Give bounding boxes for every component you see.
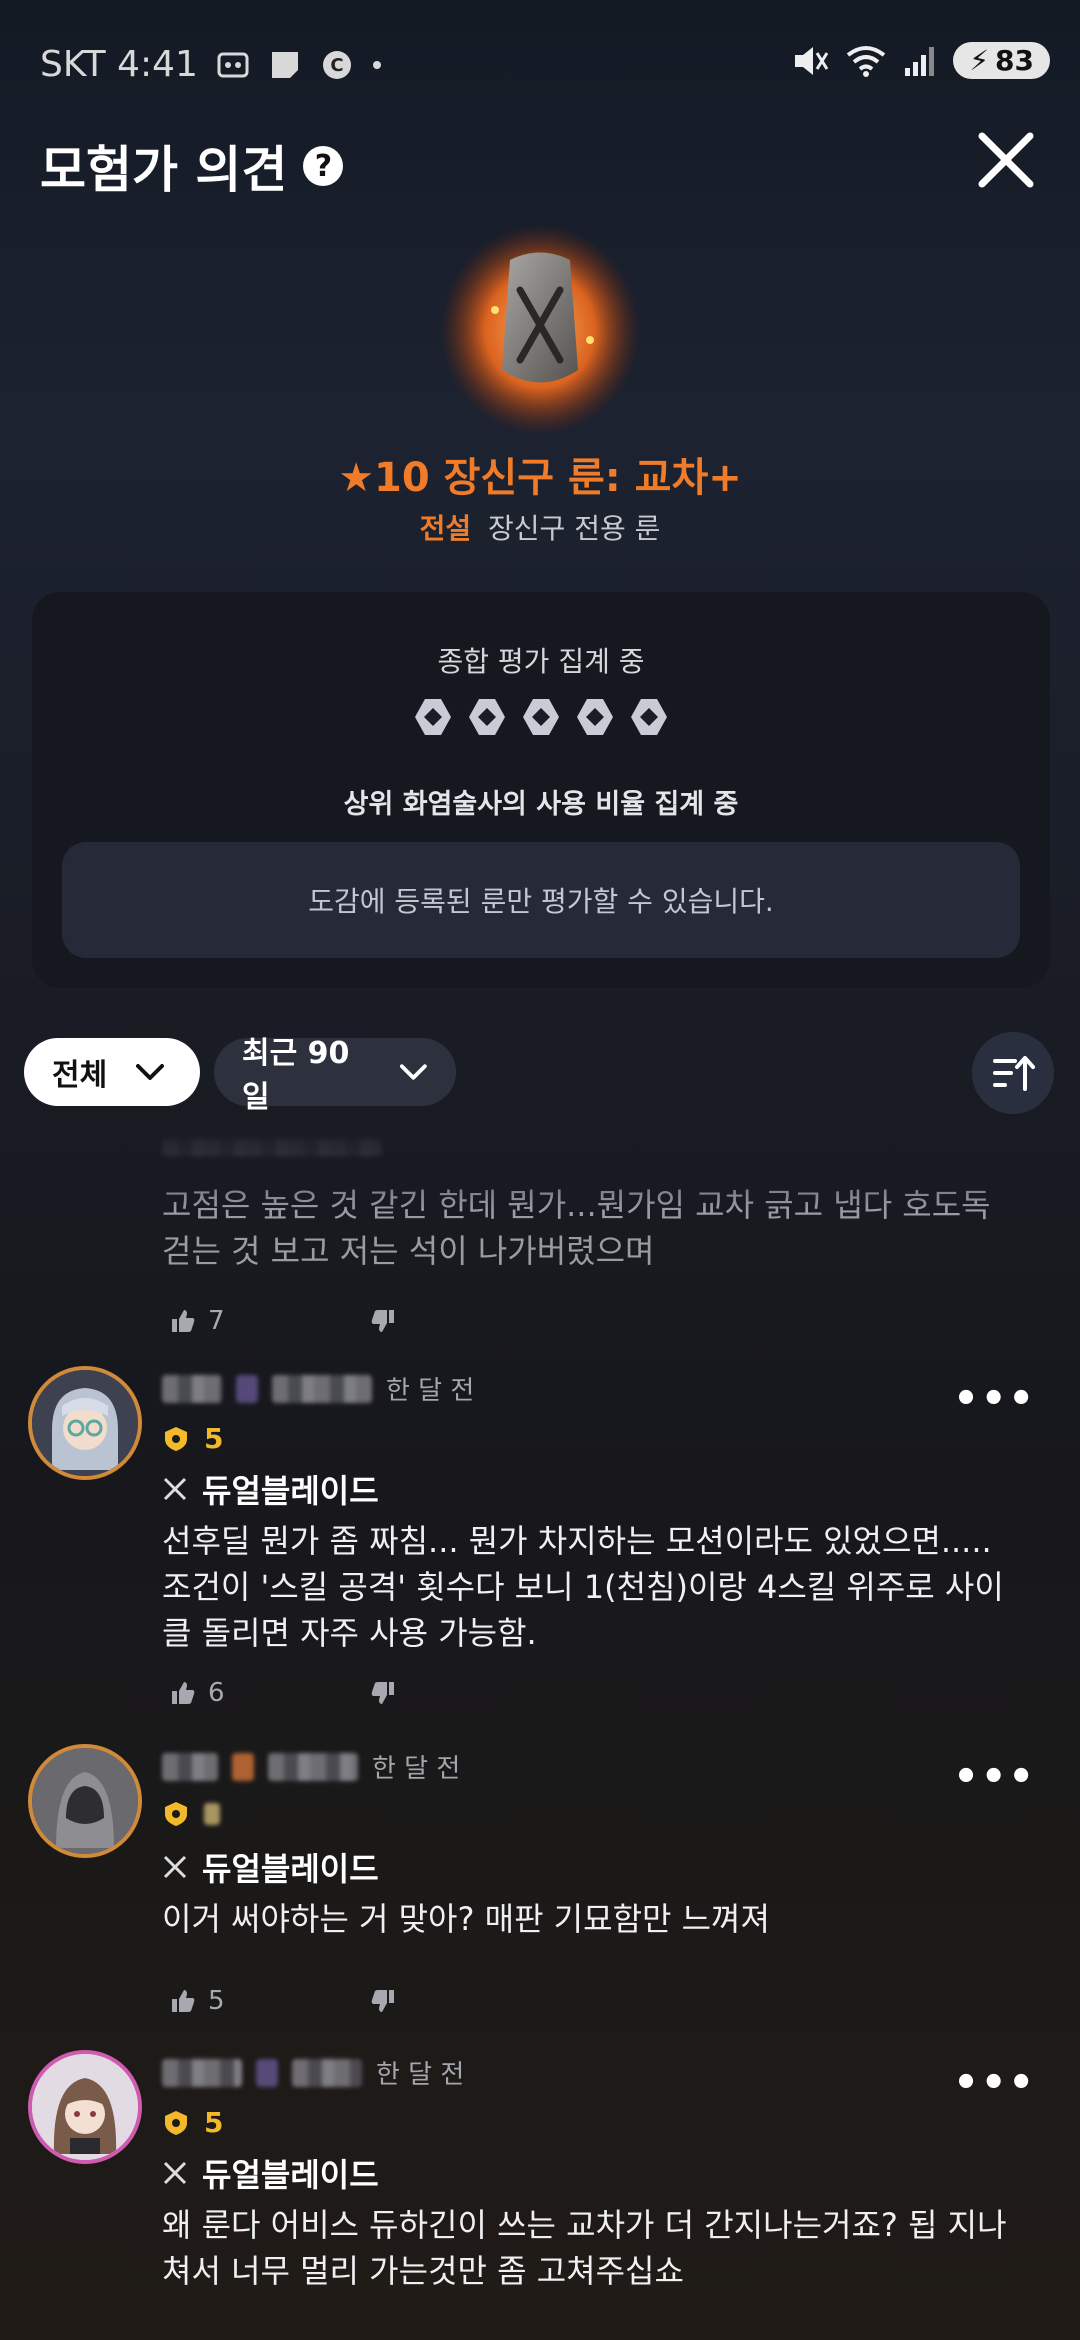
more-options-button[interactable]: ••• <box>953 2060 1036 2106</box>
thumbs-down-icon <box>371 1990 394 2012</box>
level-badge <box>162 1800 220 1828</box>
chevron-down-icon <box>400 1064 428 1080</box>
avatar[interactable] <box>28 1366 142 1480</box>
rating-card: 종합 평가 집계 중 상위 화염술사의 사용 비율 집계 중 도감에 등록된 룬… <box>32 592 1050 988</box>
battery-indicator: ⚡ 83 <box>953 42 1050 79</box>
rating-diamond-icon <box>577 699 613 735</box>
avatar-image <box>32 2054 138 2160</box>
dislike-button[interactable] <box>370 1680 396 1706</box>
comment-time: 한 달 전 <box>386 1376 475 1406</box>
item-grade: 전설 <box>419 512 472 545</box>
c-app-icon: C <box>322 50 351 79</box>
avatar[interactable] <box>28 2050 142 2164</box>
more-options-button[interactable]: ••• <box>953 1376 1036 1422</box>
dot-icon <box>372 60 381 69</box>
guild-mark-redacted <box>232 1752 254 1781</box>
header: 모험가 의견 ? <box>0 120 1080 200</box>
thumbs-down-icon <box>371 1682 394 1704</box>
avatar-image <box>32 1370 138 1476</box>
dislike-button[interactable] <box>370 1988 396 2014</box>
carrier-time: SKT 4:41 <box>40 44 198 85</box>
overall-rating-label: 종합 평가 집계 중 <box>437 645 645 678</box>
vote-row: 6 <box>170 1678 396 1708</box>
comment-item: 한 달 전 5 듀얼블레이드 왜 룬다 어비스 듀하긴이 쓰는 교차가 더 간지… <box>0 2046 1080 2336</box>
chevron-down-icon <box>136 1064 165 1080</box>
vote-row: 7 <box>170 1306 396 1336</box>
shield-icon <box>165 2110 187 2135</box>
server-redacted <box>268 1752 358 1781</box>
thumbs-up-icon <box>172 1990 195 2012</box>
thumbs-down-icon <box>371 1310 394 1332</box>
thumbs-up-icon <box>172 1310 195 1332</box>
rating-notice: 도감에 등록된 룬만 평가할 수 있습니다. <box>62 842 1020 958</box>
crossed-swords-icon <box>163 2161 187 2185</box>
comment-time: 한 달 전 <box>372 1754 461 1784</box>
comment-text: 왜 룬다 어비스 듀하긴이 쓰는 교차가 더 간지나는거죠? 됩 지나쳐서 너무… <box>162 2206 1007 2290</box>
username-redacted <box>162 2058 242 2087</box>
like-button[interactable]: 7 <box>170 1306 370 1336</box>
crossed-swords-icon <box>163 1477 187 1501</box>
comment-meta: 한 달 전 <box>162 1370 474 1407</box>
thumbs-up-icon <box>172 1682 195 1704</box>
server-redacted <box>292 2058 362 2087</box>
rating-diamond-icon <box>415 699 451 735</box>
sort-button[interactable] <box>972 1032 1054 1114</box>
rating-diamond-icon <box>469 699 505 735</box>
rating-diamond-icon <box>523 699 559 735</box>
avatar[interactable] <box>28 1744 142 1858</box>
item-type: 장신구 전용 룬 <box>488 512 661 545</box>
filter-bar: 전체 최근 90일 <box>0 1032 1080 1115</box>
mute-icon <box>795 46 829 75</box>
page-title: 모험가 의견 ? <box>40 130 344 202</box>
period-filter-dropdown[interactable]: 최근 90일 <box>214 1036 456 1115</box>
svg-text:C: C <box>330 55 343 76</box>
level-badge: 5 <box>162 1422 223 1455</box>
comment-item: 한 달 전 듀얼블레이드 이거 써야하는 거 맞아? 매판 기묘함만 느껴져 •… <box>0 1740 1080 2030</box>
comment-text: 이거 써야하는 거 맞아? 매판 기묘함만 느껴져 <box>162 1900 770 1938</box>
shield-icon <box>165 1802 187 1826</box>
username-redacted <box>162 1374 222 1403</box>
signal-icon <box>905 46 935 76</box>
list-top-fade <box>0 1120 1080 1210</box>
comment-text: 선후딜 뭔가 좀 짜침... 뭔가 차지하는 모션이라도 있었으면..... 조… <box>162 1522 1004 1652</box>
wifi-icon <box>847 45 886 77</box>
item-subtitle: 전설 장신구 전용 룬 <box>0 507 1080 547</box>
status-bar: SKT 4:41 C ⚡ 83 <box>0 0 1080 130</box>
class-label: 듀얼블레이드 <box>162 2150 379 2196</box>
comment-meta: 한 달 전 <box>162 2054 464 2091</box>
help-icon[interactable]: ? <box>303 146 344 186</box>
guild-mark-redacted <box>256 2058 278 2087</box>
comment-item: 한 달 전 5 듀얼블레이드 선후딜 뭔가 좀 짜침... 뭔가 차지하는 모션… <box>0 1362 1080 1722</box>
rating-diamond-icon <box>631 699 667 735</box>
rating-diamonds <box>32 697 1050 737</box>
scope-filter-dropdown[interactable]: 전체 <box>24 1038 200 1106</box>
server-redacted <box>272 1374 372 1403</box>
class-label: 듀얼블레이드 <box>162 1844 379 1890</box>
rune-icon <box>440 225 640 435</box>
shield-icon <box>165 1426 187 1451</box>
avatar-image <box>32 1748 138 1854</box>
level-redacted <box>204 1803 220 1825</box>
like-button[interactable]: 5 <box>170 1986 370 2016</box>
crossed-swords-icon <box>163 1855 187 1879</box>
comment-time: 한 달 전 <box>376 2060 465 2090</box>
like-button[interactable]: 6 <box>170 1678 370 1708</box>
guild-mark-redacted <box>236 1374 258 1403</box>
dislike-button[interactable] <box>370 1308 396 1334</box>
level-badge: 5 <box>162 2106 223 2139</box>
class-label: 듀얼블레이드 <box>162 1466 379 1512</box>
note-icon <box>271 51 298 78</box>
vote-row: 5 <box>170 1986 396 2016</box>
usage-ratio-label: 상위 화염술사의 사용 비율 집계 중 <box>343 789 739 820</box>
more-options-button[interactable]: ••• <box>953 1754 1036 1800</box>
sort-icon <box>993 1056 1035 1091</box>
close-button[interactable] <box>972 126 1040 194</box>
bolt-icon: ⚡ <box>969 44 990 77</box>
username-redacted <box>162 1752 218 1781</box>
item-name: ★10 장신구 룬: 교차+ <box>338 455 742 501</box>
comment-meta: 한 달 전 <box>162 1748 460 1785</box>
screenshot-icon <box>217 52 249 77</box>
